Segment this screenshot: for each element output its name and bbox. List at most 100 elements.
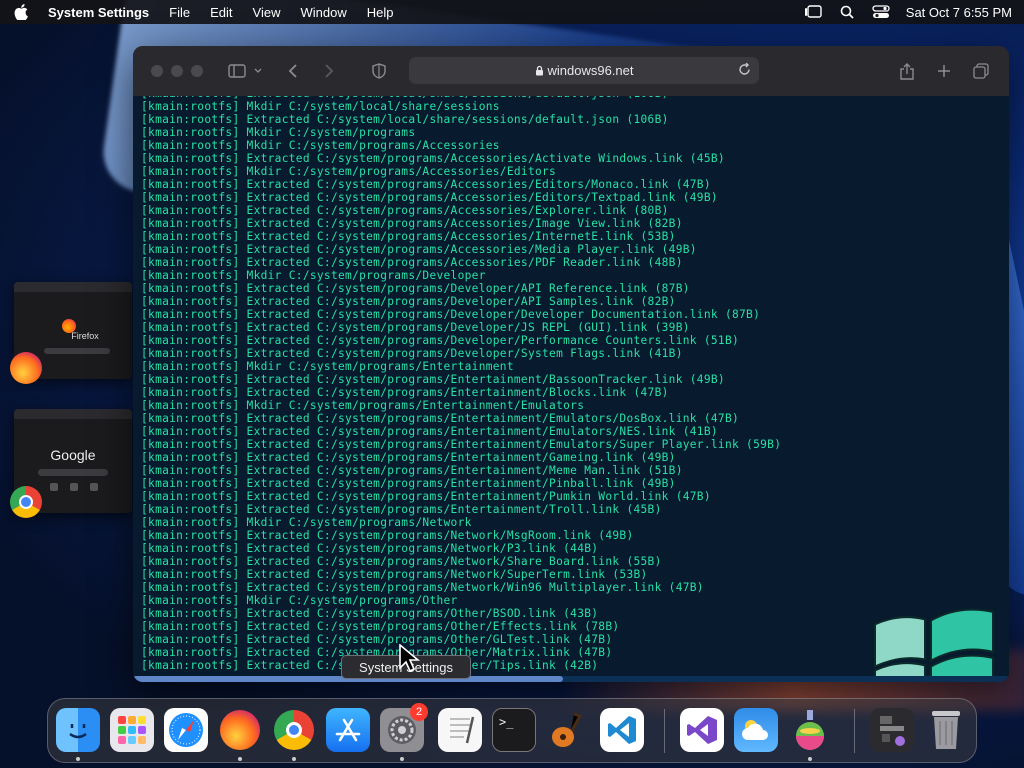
terminal-line: [kmain:rootfs] Mkdir C:/system/programs/… [141,139,500,152]
close-window-button[interactable] [151,65,163,77]
firefox-stage-icon[interactable] [10,352,42,384]
menubar-clock[interactable]: Sat Oct 7 6:55 PM [906,5,1012,20]
horizontal-scrollbar[interactable] [133,676,1009,682]
stage-manager-icon[interactable] [804,5,822,19]
dock: 2 >_ [47,698,977,763]
browser-window: windows96.net [kmain:rootfs] Extracted C… [133,46,1009,682]
terminal-line: [kmain:rootfs] Extracted C:/system/local… [141,113,669,126]
terminal-line: [kmain:rootfs] Extracted C:/system/progr… [141,425,718,438]
weather-icon[interactable] [734,708,778,752]
minimize-window-button[interactable] [171,65,183,77]
terminal-line: [kmain:rootfs] Extracted C:/system/progr… [141,503,662,516]
privacy-shield-icon[interactable] [365,57,393,85]
finder-icon[interactable] [56,708,100,752]
elixir-running-dot [808,757,812,761]
google-thumbnail-search [38,469,108,476]
mouse-cursor-icon [399,644,420,673]
firefox-icon[interactable] [218,708,262,752]
terminal-line: [kmain:rootfs] Extracted C:/system/progr… [141,295,676,308]
terminal-line: [kmain:rootfs] Extracted C:/system/progr… [141,204,669,217]
terminal-line: [kmain:rootfs] Extracted C:/system/progr… [141,477,676,490]
zoom-window-button[interactable] [191,65,203,77]
sidebar-toggle-icon[interactable] [223,57,251,85]
menu-window[interactable]: Window [300,5,346,20]
terminal-line: [kmain:rootfs] Extracted C:/system/progr… [141,464,683,477]
visual-studio-icon[interactable] [680,708,724,752]
terminal-line: [kmain:rootfs] Extracted C:/system/progr… [141,347,683,360]
menu-file[interactable]: File [169,5,190,20]
terminal-line: [kmain:rootfs] Extracted C:/system/progr… [141,256,683,269]
launchpad-icon[interactable] [110,708,154,752]
terminal-line: [kmain:rootfs] Extracted C:/system/progr… [141,581,704,594]
vscode-icon[interactable] [600,708,644,752]
apple-menu-icon[interactable] [12,3,30,21]
dock-separator [664,709,665,753]
address-bar[interactable]: windows96.net [409,57,759,84]
firefox-thumbnail-label: Firefox [71,331,99,341]
terminal-line: [kmain:rootfs] Mkdir C:/system/programs [141,126,416,139]
terminal-line: [kmain:rootfs] Extracted C:/system/progr… [141,529,634,542]
terminal-line: [kmain:rootfs] Extracted C:/system/progr… [141,412,740,425]
terminal-line: [kmain:rootfs] Extracted C:/system/progr… [141,308,761,321]
browser-toolbar: windows96.net [133,46,1009,96]
lock-icon [535,65,544,76]
firefox-running-dot [238,757,242,761]
terminal-icon[interactable]: >_ [492,708,536,752]
stage-folder-icon[interactable] [870,708,914,752]
terminal-line: [kmain:rootfs] Extracted C:/system/progr… [141,373,725,386]
forward-arrow-icon[interactable] [315,57,343,85]
system-settings-icon[interactable]: 2 [380,703,428,752]
safari-icon[interactable] [164,708,208,752]
dock-separator-2 [854,709,855,753]
finder-running-dot [76,757,80,761]
menu-edit[interactable]: Edit [210,5,232,20]
new-tab-plus-icon[interactable] [930,57,958,85]
textedit-icon[interactable] [438,708,482,752]
chrome-stage-icon[interactable] [10,486,42,518]
window-controls [151,65,203,77]
control-center-icon[interactable] [872,5,890,19]
terminal-line: [kmain:rootfs] Extracted C:/system/progr… [141,542,599,555]
spotlight-search-icon[interactable] [838,5,856,19]
terminal-line: [kmain:rootfs] Mkdir C:/system/programs/… [141,165,557,178]
terminal-line: [kmain:rootfs] Extracted C:/system/progr… [141,386,669,399]
google-thumbnail-label: Google [50,447,96,463]
chevron-down-icon[interactable] [251,57,265,85]
reload-icon[interactable] [738,62,751,79]
url-text: windows96.net [547,63,634,78]
menu-bar: System Settings File Edit View Window He… [0,0,1024,24]
terminal-line: [kmain:rootfs] Mkdir C:/system/programs/… [141,269,486,282]
tab-overview-icon[interactable] [967,57,995,85]
menu-view[interactable]: View [253,5,281,20]
terminal-line: [kmain:rootfs] Extracted C:/system/progr… [141,178,711,191]
terminal-line: [kmain:rootfs] Extracted C:/system/progr… [141,191,718,204]
terminal-line: [kmain:rootfs] Extracted C:/system/progr… [141,217,683,230]
terminal-line: [kmain:rootfs] Extracted C:/system/progr… [141,152,725,165]
terminal-line: [kmain:rootfs] Extracted C:/system/progr… [141,334,740,347]
terminal-line: [kmain:rootfs] Mkdir C:/system/local/sha… [141,100,500,113]
terminal-lines: [kmain:rootfs] Extracted C:/system/local… [141,96,1009,672]
trash-icon[interactable] [924,708,968,752]
terminal-line: [kmain:rootfs] Extracted C:/system/progr… [141,438,782,451]
terminal-line: [kmain:rootfs] Extracted C:/system/progr… [141,451,676,464]
terminal-line: [kmain:rootfs] Extracted C:/system/progr… [141,568,648,581]
back-arrow-icon[interactable] [279,57,307,85]
terminal-output[interactable]: [kmain:rootfs] Extracted C:/system/local… [133,96,1009,682]
terminal-line: [kmain:rootfs] Extracted C:/system/progr… [141,321,690,334]
terminal-line: [kmain:rootfs] Mkdir C:/system/programs/… [141,360,514,373]
terminal-line: [kmain:rootfs] Extracted C:/system/progr… [141,555,662,568]
garageband-icon[interactable] [546,708,590,752]
elixir-icon[interactable] [788,708,832,752]
terminal-line: [kmain:rootfs] Mkdir C:/system/programs/… [141,399,585,412]
terminal-line: [kmain:rootfs] Mkdir C:/system/programs/… [141,516,472,529]
app-name[interactable]: System Settings [48,5,149,20]
terminal-line: [kmain:rootfs] Extracted C:/system/progr… [141,490,711,503]
terminal-line: [kmain:rootfs] Extracted C:/system/progr… [141,243,697,256]
menu-help[interactable]: Help [367,5,394,20]
chrome-running-dot [292,757,296,761]
terminal-line: [kmain:rootfs] Extracted C:/system/progr… [141,282,690,295]
settings-badge: 2 [410,703,428,721]
app-store-icon[interactable] [326,708,370,752]
chrome-icon[interactable] [272,708,316,752]
share-icon[interactable] [893,57,921,85]
